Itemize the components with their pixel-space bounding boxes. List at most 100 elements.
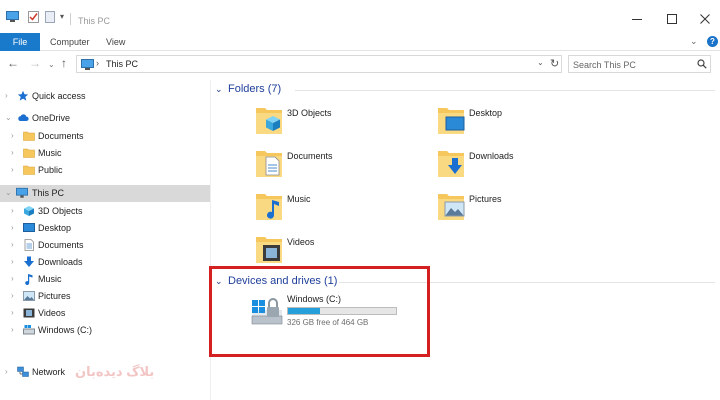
nav-item-onedrive-documents[interactable]: › Documents	[0, 128, 210, 145]
folder-desktop[interactable]: Desktop	[437, 104, 637, 144]
chevron-right-icon[interactable]: ›	[11, 165, 14, 174]
window-title: This PC	[78, 16, 111, 26]
nav-item-pictures[interactable]: › Pictures	[0, 288, 210, 305]
desktop-icon	[23, 223, 35, 232]
chevron-right-icon[interactable]: ›	[11, 206, 14, 215]
nav-item-this-pc[interactable]: ⌄ This PC	[0, 185, 210, 202]
nav-item-label: Pictures	[38, 291, 71, 301]
nav-item-label: Videos	[38, 308, 66, 318]
network-icon	[17, 366, 29, 377]
folder-label: Downloads	[469, 151, 514, 161]
download-icon	[438, 151, 464, 177]
ribbon: File Computer View ⌄ ?	[0, 33, 720, 51]
nav-item-desktop[interactable]: › Desktop	[0, 220, 210, 237]
forward-arrow-icon[interactable]: →	[29, 56, 41, 70]
folder-documents[interactable]: Documents	[255, 147, 455, 187]
chevron-right-icon[interactable]: ›	[11, 291, 14, 300]
recent-locations-icon[interactable]: ⌄	[48, 58, 55, 72]
nav-item-label: Network	[32, 367, 66, 377]
star-icon	[17, 90, 29, 101]
chevron-right-icon[interactable]: ›	[11, 308, 14, 317]
document-icon	[24, 239, 34, 251]
chevron-right-icon[interactable]: ›	[11, 257, 14, 266]
computer-icon	[81, 59, 94, 70]
chevron-down-icon[interactable]: ⌄	[215, 84, 223, 95]
film-icon	[256, 237, 282, 263]
chevron-down-icon[interactable]: ⌄	[5, 113, 12, 122]
nav-item-label: Quick access	[32, 91, 86, 101]
group-title: Folders (7)	[228, 83, 282, 95]
picture-icon	[438, 194, 465, 220]
chevron-down-icon[interactable]: ⌄	[537, 58, 544, 67]
properties-icon[interactable]	[28, 11, 39, 23]
back-arrow-icon[interactable]: ←	[7, 56, 19, 70]
nav-item-label: Windows (C:)	[38, 325, 93, 335]
chevron-right-icon[interactable]: ›	[96, 58, 99, 68]
chevron-right-icon[interactable]: ›	[5, 91, 8, 100]
search-box[interactable]	[568, 55, 711, 73]
refresh-icon[interactable]: ↻	[550, 57, 559, 70]
chevron-right-icon[interactable]: ›	[11, 274, 14, 283]
cloud-icon	[18, 114, 29, 121]
nav-item-quick-access[interactable]: › Quick access	[0, 88, 210, 105]
search-icon[interactable]	[697, 59, 707, 69]
folder-downloads[interactable]: Downloads	[437, 147, 637, 187]
maximize-icon[interactable]	[665, 13, 679, 25]
tab-computer[interactable]: Computer	[50, 33, 90, 51]
folder-pictures[interactable]: Pictures	[437, 190, 637, 230]
folder-icon	[23, 165, 35, 175]
new-folder-icon[interactable]	[45, 11, 55, 23]
nav-item-music[interactable]: › Music	[0, 271, 210, 288]
cube-icon	[256, 108, 282, 134]
group-divider	[295, 90, 715, 91]
chevron-right-icon[interactable]: ›	[11, 131, 14, 140]
close-icon[interactable]	[698, 13, 712, 25]
film-icon	[23, 308, 35, 318]
folder-label: 3D Objects	[287, 108, 332, 118]
music-note-icon	[256, 194, 282, 220]
nav-item-downloads[interactable]: › Downloads	[0, 254, 210, 271]
nav-item-windows-c[interactable]: › Windows (C:)	[0, 322, 210, 339]
address-bar[interactable]: › This PC ⌄ ↻	[76, 55, 562, 73]
picture-icon	[23, 291, 35, 301]
minimize-icon[interactable]	[630, 13, 644, 25]
chevron-right-icon[interactable]: ›	[11, 148, 14, 157]
help-icon[interactable]: ?	[707, 36, 718, 47]
nav-item-label: Music	[38, 274, 62, 284]
download-icon	[24, 256, 34, 267]
customize-toolbar-icon[interactable]: ▾	[60, 12, 64, 21]
tab-view[interactable]: View	[106, 33, 125, 51]
title-divider	[70, 13, 71, 25]
chevron-down-icon[interactable]: ⌄	[5, 188, 12, 197]
nav-item-label: 3D Objects	[38, 206, 83, 216]
search-input[interactable]	[573, 58, 691, 71]
title-bar: ▾ This PC	[0, 0, 720, 33]
nav-item-label: Desktop	[38, 223, 72, 233]
expand-ribbon-icon[interactable]: ⌄	[690, 36, 698, 47]
nav-item-label: OneDrive	[32, 113, 71, 123]
chevron-right-icon[interactable]: ›	[11, 223, 14, 232]
folder-music[interactable]: Music	[255, 190, 455, 230]
drive-icon	[23, 325, 35, 335]
nav-item-onedrive[interactable]: ⌄ OneDrive	[0, 110, 210, 127]
watermark: بلاگ دیده‌بان	[75, 364, 155, 379]
chevron-right-icon[interactable]: ›	[11, 325, 14, 334]
chevron-right-icon[interactable]: ›	[5, 367, 8, 376]
computer-icon[interactable]	[6, 11, 19, 22]
computer-icon	[16, 187, 28, 198]
nav-item-onedrive-music[interactable]: › Music	[0, 145, 210, 162]
nav-item-onedrive-public[interactable]: › Public	[0, 162, 210, 179]
folder-icon	[23, 131, 35, 141]
nav-item-label: Music	[38, 148, 62, 158]
nav-item-label: Documents	[38, 240, 84, 250]
tab-file[interactable]: File	[0, 33, 40, 51]
folder-icon	[23, 148, 35, 158]
address-path[interactable]: This PC	[106, 59, 138, 69]
chevron-right-icon[interactable]: ›	[11, 240, 14, 249]
nav-item-videos[interactable]: › Videos	[0, 305, 210, 322]
nav-item-3d-objects[interactable]: › 3D Objects	[0, 203, 210, 220]
folder-3d-objects[interactable]: 3D Objects	[255, 104, 455, 144]
up-arrow-icon[interactable]: ↑	[61, 56, 67, 70]
desktop-icon	[438, 108, 465, 134]
nav-item-documents[interactable]: › Documents	[0, 237, 210, 254]
